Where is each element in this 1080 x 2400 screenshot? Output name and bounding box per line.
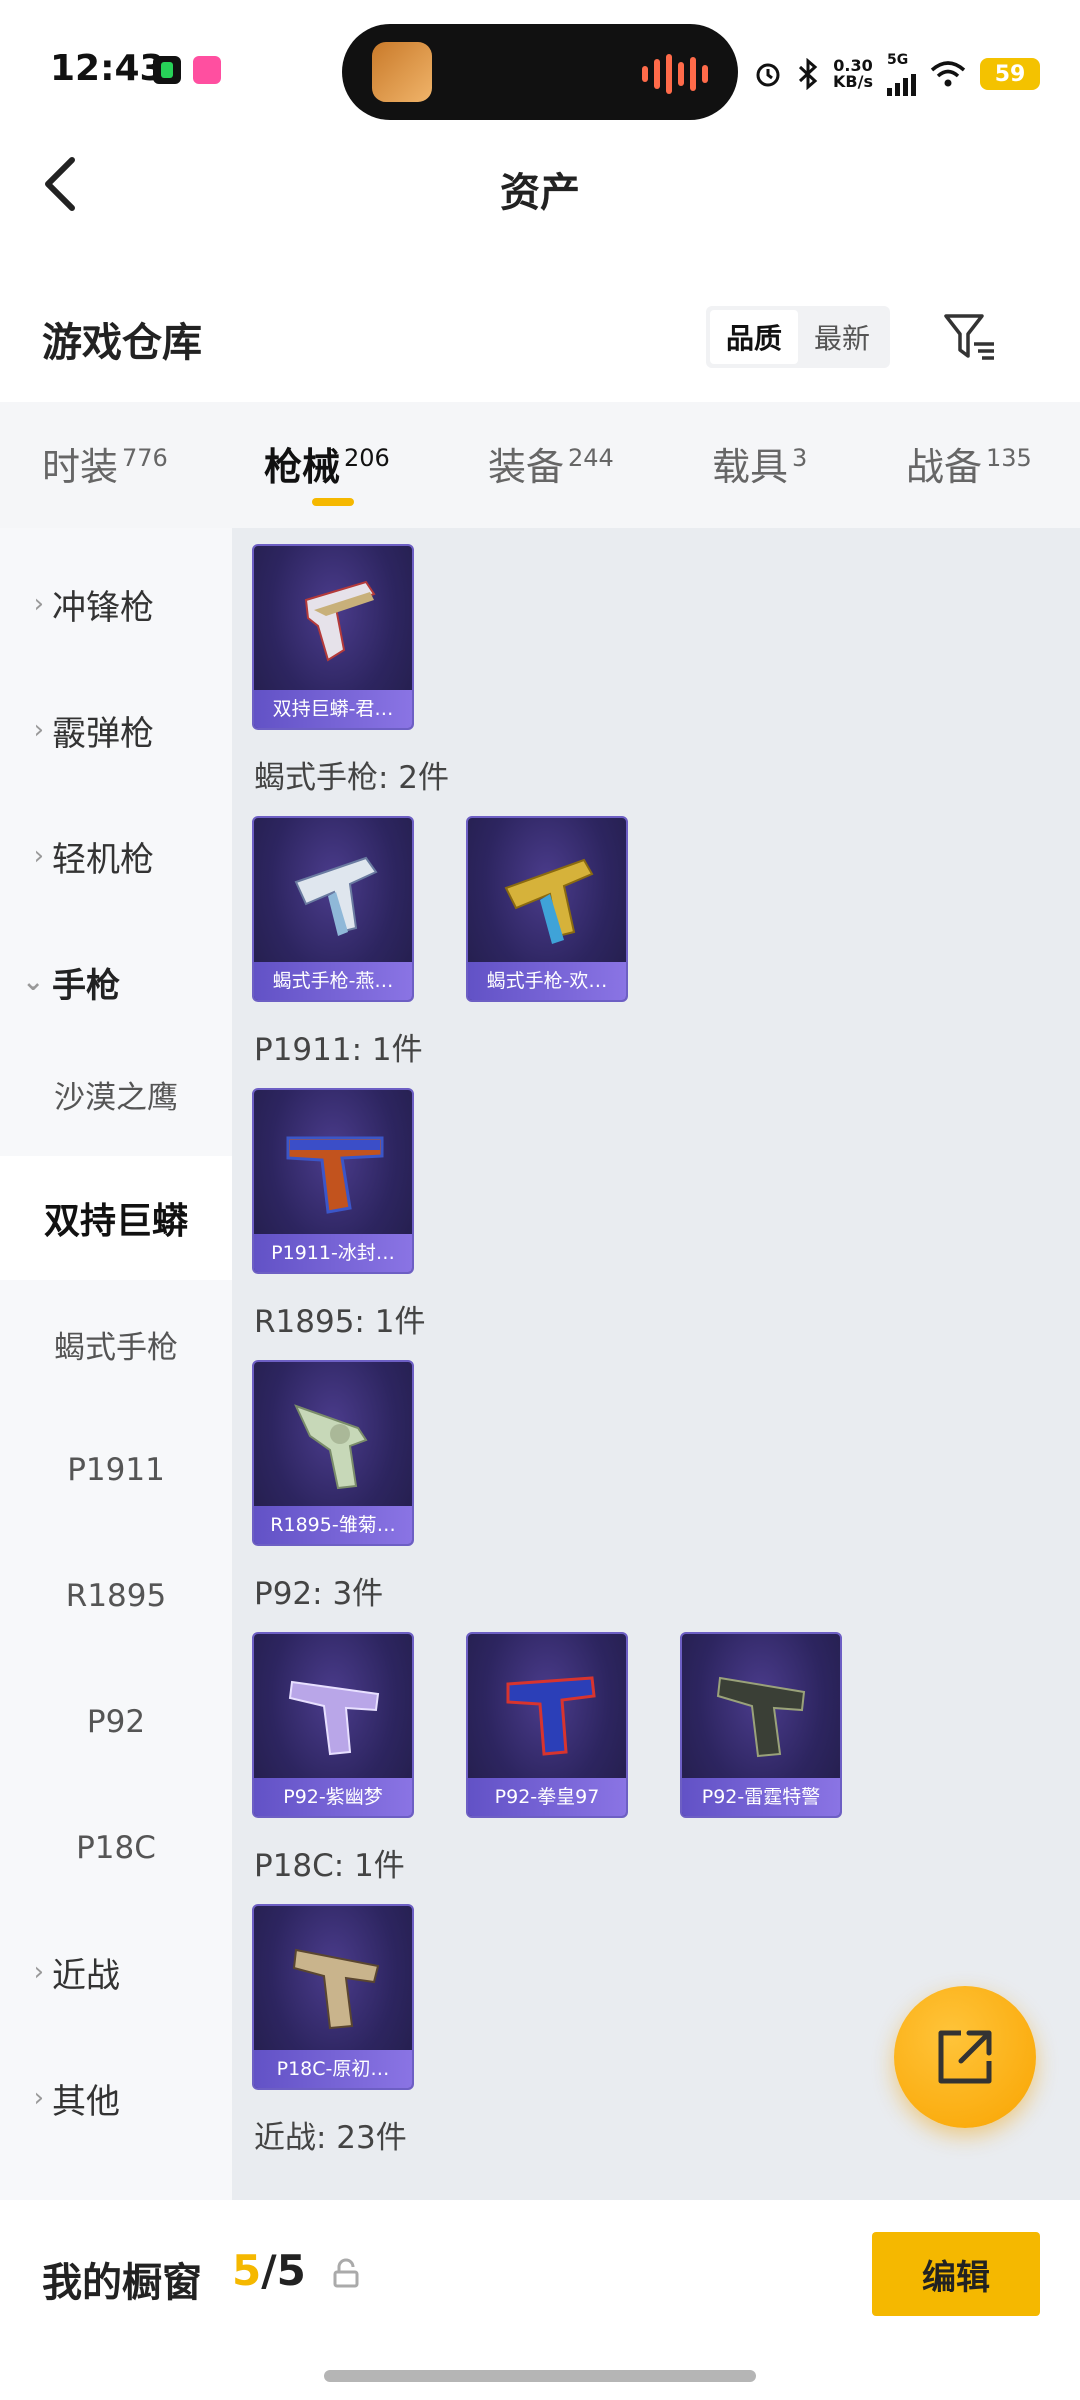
item-name: P92-拳皇97 — [468, 1778, 626, 1816]
warehouse-title: 游戏仓库 — [42, 320, 202, 366]
pistol-skin-image — [506, 1676, 596, 1756]
group-label-scorpion: 蝎式手枪: 2件 — [254, 760, 450, 796]
sort-quality-button[interactable]: 品质 — [710, 310, 798, 364]
tab-vehicles[interactable]: 载具 3 — [712, 436, 807, 491]
group-label-p92: P92: 3件 — [254, 1576, 384, 1612]
smg-pistol-skin-image — [294, 856, 378, 936]
sidebar-item-shotgun[interactable]: › 霰弹枪 — [0, 670, 232, 790]
weapon-category-sidebar: › 冲锋枪 › 霰弹枪 › 轻机枪 ⌄ 手枪 沙漠之鹰 双持巨蟒 蝎式手枪 P1911 … — [0, 528, 232, 2200]
chevron-right-icon: › — [33, 715, 44, 745]
edit-button[interactable]: 编辑 — [872, 2232, 1040, 2316]
sidebar-sub-p92[interactable]: P92 — [0, 1660, 232, 1784]
top-nav: 资产 — [0, 130, 1080, 240]
item-card[interactable]: 蝎式手枪-燕… — [252, 816, 414, 1002]
item-name: 双持巨蟒-君… — [254, 690, 412, 728]
lock-icon — [333, 2258, 359, 2288]
item-name: P92-紫幽梦 — [254, 1778, 412, 1816]
chevron-right-icon: › — [33, 589, 44, 619]
chevron-down-icon: ⌄ — [22, 967, 44, 997]
item-card[interactable]: P92-紫幽梦 — [252, 1632, 414, 1818]
sidebar-item-other[interactable]: › 其他 — [0, 2038, 232, 2158]
group-label-p1911: P1911: 1件 — [254, 1032, 423, 1068]
chevron-right-icon: › — [33, 1957, 44, 1987]
sidebar-sub-p18c[interactable]: P18C — [0, 1786, 232, 1910]
item-card[interactable]: P92-雷霆特警 — [680, 1632, 842, 1818]
sidebar-sub-dual-python[interactable]: 双持巨蟒 — [0, 1156, 232, 1280]
filter-icon[interactable] — [942, 310, 998, 366]
tab-fashion[interactable]: 时装 776 — [42, 436, 168, 491]
group-label-r1895: R1895: 1件 — [254, 1304, 426, 1340]
network-speed: 0.30 KB/s — [833, 56, 873, 91]
item-name: 蝎式手枪-燕… — [254, 962, 412, 1000]
sidebar-sub-p1911[interactable]: P1911 — [0, 1408, 232, 1532]
pistol-skin-image — [716, 1676, 806, 1758]
item-card[interactable]: P92-拳皇97 — [466, 1632, 628, 1818]
group-label-melee: 近战: 23件 — [254, 2120, 407, 2156]
media-thumbnail — [372, 42, 432, 102]
sidebar-item-melee[interactable]: › 近战 — [0, 1912, 232, 2032]
showcase-label: 我的橱窗 — [42, 2260, 202, 2306]
tab-firearms[interactable]: 枪械 206 — [264, 436, 390, 491]
showcase-count: 5/5 — [232, 2246, 306, 2295]
battery-indicator: 59 — [980, 58, 1040, 90]
bottom-bar: 我的橱窗 5/5 编辑 — [0, 2200, 1080, 2400]
alarm-icon — [756, 63, 780, 87]
category-tabs: 时装 776 枪械 206 装备 244 载具 3 战备 135 — [0, 402, 1080, 528]
item-card[interactable]: R1895-雏菊… — [252, 1360, 414, 1546]
status-bar: 12:43 0.30 KB/s 5G 59 — [0, 0, 1080, 130]
item-card[interactable]: 蝎式手枪-欢… — [466, 816, 628, 1002]
signal-icon — [887, 68, 916, 96]
page-title: 资产 — [500, 170, 580, 216]
pistol-skin-image — [286, 1136, 384, 1214]
item-name: R1895-雏菊… — [254, 1506, 412, 1544]
system-icons: 0.30 KB/s 5G 59 — [753, 52, 1040, 96]
sort-toggle: 品质 最新 — [706, 306, 890, 368]
sidebar-sub-scorpion[interactable]: 蝎式手枪 — [0, 1282, 232, 1406]
revolver-skin-image — [304, 580, 376, 662]
music-app-icon — [153, 56, 181, 84]
item-card[interactable]: P18C-原初… — [252, 1904, 414, 2090]
item-name: P92-雷霆特警 — [682, 1778, 840, 1816]
sidebar-item-smg[interactable]: › 冲锋枪 — [0, 544, 232, 664]
sidebar-item-pistol[interactable]: ⌄ 手枪 — [0, 922, 232, 1042]
group-label-p18c: P18C: 1件 — [254, 1848, 405, 1884]
status-time: 12:43 — [50, 48, 165, 89]
wifi-icon — [930, 61, 966, 87]
active-tab-indicator — [312, 498, 354, 506]
notification-app-icon — [193, 56, 221, 84]
chevron-right-icon: › — [33, 841, 44, 871]
item-name: P18C-原初… — [254, 2050, 412, 2088]
bluetooth-icon — [799, 58, 818, 90]
dynamic-island[interactable] — [342, 24, 738, 120]
item-name: P1911-冰封… — [254, 1234, 412, 1272]
item-card[interactable]: 双持巨蟒-君… — [252, 544, 414, 730]
item-grid: 双持巨蟒-君… 蝎式手枪: 2件 蝎式手枪-燕… 蝎式手枪-欢… P1911: … — [232, 528, 1080, 2200]
home-indicator[interactable] — [324, 2370, 756, 2382]
smg-pistol-skin-image — [504, 858, 594, 944]
revolver-skin-image — [294, 1404, 368, 1490]
sidebar-sub-r1895[interactable]: R1895 — [0, 1534, 232, 1658]
item-card[interactable]: P1911-冰封… — [252, 1088, 414, 1274]
pistol-skin-image — [288, 1680, 380, 1756]
item-name: 蝎式手枪-欢… — [468, 962, 626, 1000]
sidebar-sub-desert-eagle[interactable]: 沙漠之鹰 — [0, 1032, 232, 1156]
sort-newest-button[interactable]: 最新 — [798, 310, 886, 364]
sidebar-item-lmg[interactable]: › 轻机枪 — [0, 796, 232, 916]
share-external-icon — [938, 2030, 992, 2084]
share-button[interactable] — [894, 1986, 1036, 2128]
chevron-right-icon: › — [33, 2083, 44, 2113]
network-type: 5G — [887, 52, 909, 68]
audio-wave-icon — [642, 54, 708, 94]
tab-equipment[interactable]: 装备 244 — [488, 436, 614, 491]
tab-battle-gear[interactable]: 战备 135 — [906, 436, 1032, 491]
pistol-skin-image — [292, 1948, 380, 2030]
